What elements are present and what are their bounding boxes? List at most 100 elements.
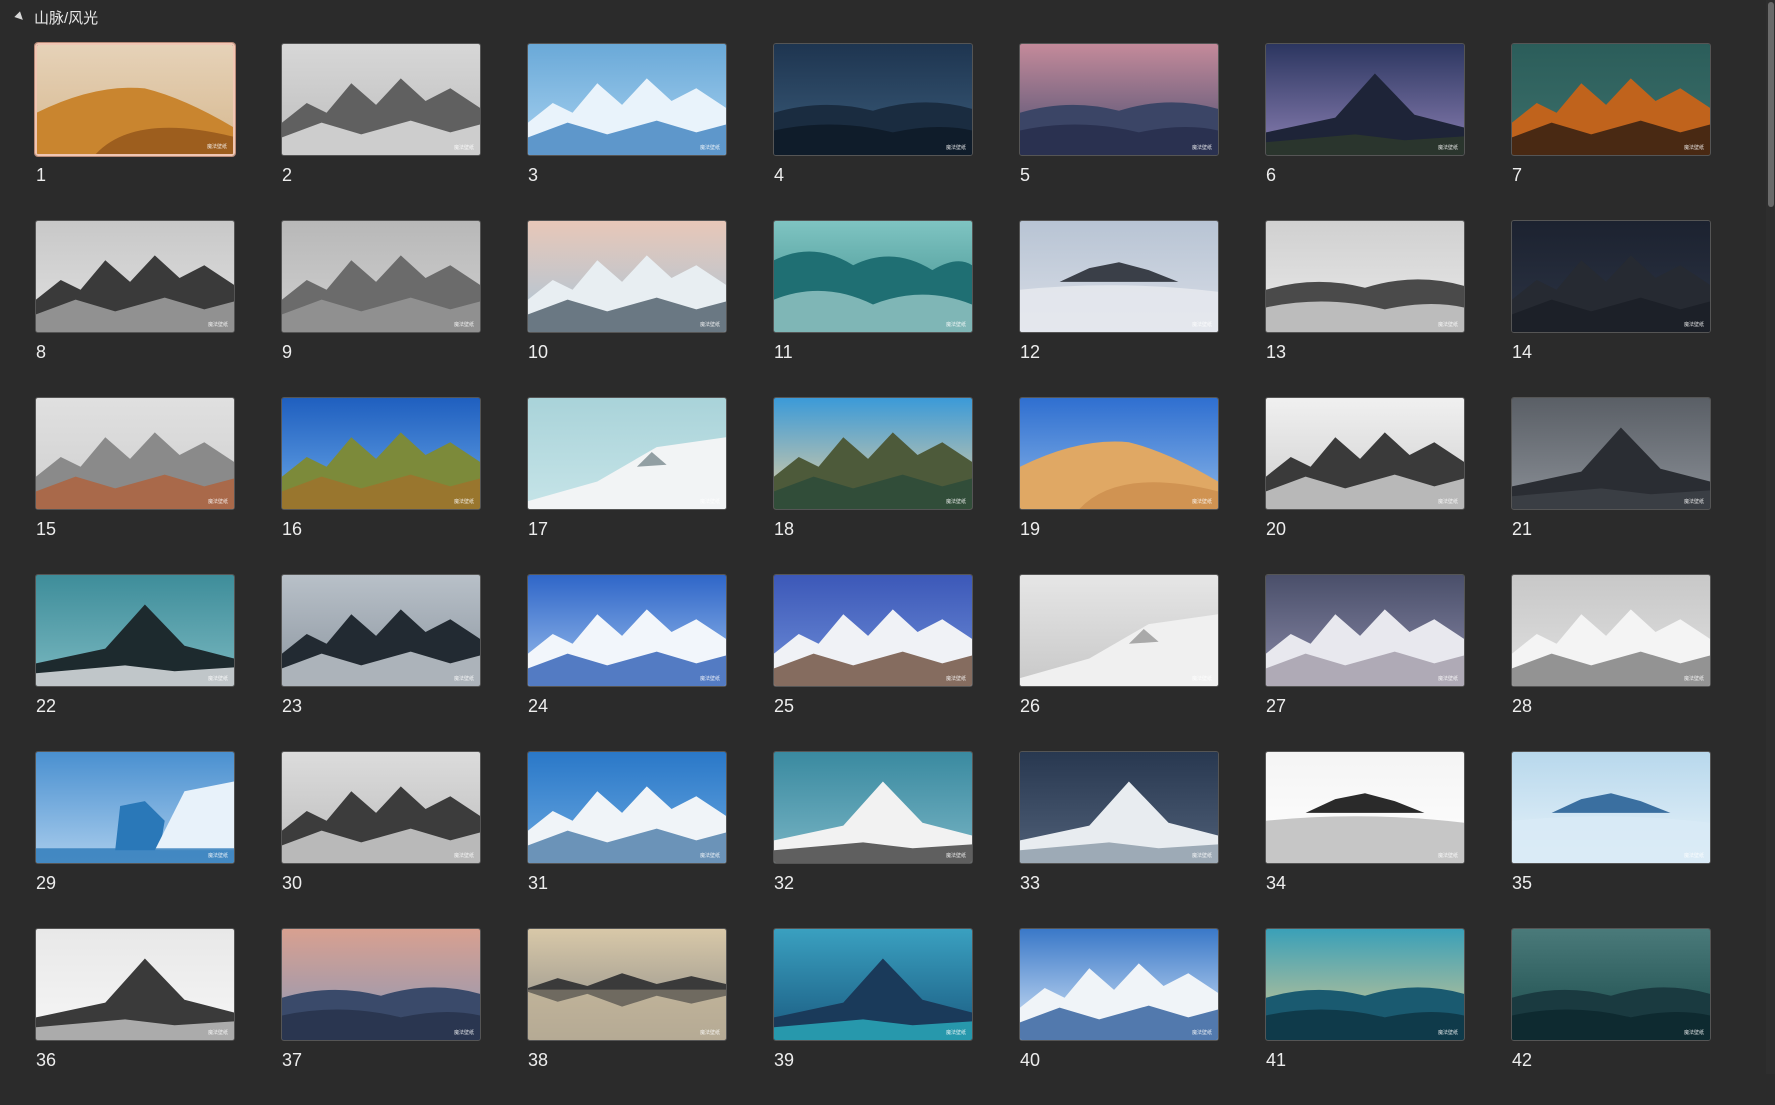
wallpaper-item[interactable]: 魔法壁纸 15	[35, 397, 235, 574]
wallpaper-item[interactable]: 魔法壁纸 19	[1019, 397, 1219, 574]
wallpaper-thumbnail[interactable]: 魔法壁纸	[35, 928, 235, 1041]
wallpaper-thumbnail[interactable]: 魔法壁纸	[773, 751, 973, 864]
wallpaper-number: 11	[774, 342, 793, 362]
wallpaper-item[interactable]: 魔法壁纸 20	[1265, 397, 1465, 574]
watermark-text: 魔法壁纸	[206, 144, 227, 150]
wallpaper-thumbnail[interactable]: 魔法壁纸	[1265, 43, 1465, 156]
wallpaper-item[interactable]: 魔法壁纸 27	[1265, 574, 1465, 751]
wallpaper-thumbnail[interactable]: 魔法壁纸	[281, 397, 481, 510]
wallpaper-item[interactable]: 魔法壁纸 39	[773, 928, 973, 1105]
watermark-text: 魔法壁纸	[1191, 853, 1212, 859]
wallpaper-thumbnail[interactable]: 魔法壁纸	[527, 220, 727, 333]
wallpaper-item[interactable]: 魔法壁纸 12	[1019, 220, 1219, 397]
wallpaper-thumbnail[interactable]: 魔法壁纸	[1019, 220, 1219, 333]
wallpaper-item[interactable]: 魔法壁纸 23	[281, 574, 481, 751]
wallpaper-item[interactable]: 魔法壁纸 22	[35, 574, 235, 751]
wallpaper-item[interactable]: 魔法壁纸 33	[1019, 751, 1219, 928]
wallpaper-item[interactable]: 魔法壁纸 28	[1511, 574, 1711, 751]
wallpaper-item[interactable]: 魔法壁纸 4	[773, 43, 973, 220]
wallpaper-thumbnail[interactable]: 魔法壁纸	[35, 220, 235, 333]
wallpaper-item[interactable]: 魔法壁纸 31	[527, 751, 727, 928]
wallpaper-thumbnail[interactable]: 魔法壁纸	[1511, 751, 1711, 864]
wallpaper-item[interactable]: 魔法壁纸 18	[773, 397, 973, 574]
scrollbar-thumb[interactable]	[1768, 2, 1774, 207]
wallpaper-thumbnail[interactable]: 魔法壁纸	[1019, 751, 1219, 864]
wallpaper-item[interactable]: 魔法壁纸 24	[527, 574, 727, 751]
wallpaper-item[interactable]: 魔法壁纸 9	[281, 220, 481, 397]
wallpaper-thumbnail[interactable]: 魔法壁纸	[1511, 574, 1711, 687]
wallpaper-thumbnail[interactable]: 魔法壁纸	[773, 220, 973, 333]
wallpaper-item[interactable]: 魔法壁纸 36	[35, 928, 235, 1105]
wallpaper-item[interactable]: 魔法壁纸 3	[527, 43, 727, 220]
wallpaper-thumbnail[interactable]: 魔法壁纸	[35, 43, 235, 156]
wallpaper-item[interactable]: 魔法壁纸 6	[1265, 43, 1465, 220]
wallpaper-item[interactable]: 魔法壁纸 14	[1511, 220, 1711, 397]
wallpaper-thumbnail[interactable]: 魔法壁纸	[1019, 574, 1219, 687]
wallpaper-thumbnail[interactable]: 魔法壁纸	[281, 43, 481, 156]
wallpaper-thumbnail[interactable]: 魔法壁纸	[1511, 220, 1711, 333]
wallpaper-thumbnail[interactable]: 魔法壁纸	[281, 574, 481, 687]
wallpaper-thumbnail[interactable]: 魔法壁纸	[527, 574, 727, 687]
wallpaper-thumbnail[interactable]: 魔法壁纸	[1265, 928, 1465, 1041]
wallpaper-thumbnail[interactable]: 魔法壁纸	[1265, 397, 1465, 510]
wallpaper-item[interactable]: 魔法壁纸 5	[1019, 43, 1219, 220]
wallpaper-thumbnail[interactable]: 魔法壁纸	[281, 220, 481, 333]
wallpaper-thumbnail[interactable]: 魔法壁纸	[1265, 574, 1465, 687]
wallpaper-thumbnail[interactable]: 魔法壁纸	[1265, 751, 1465, 864]
wallpaper-thumbnail[interactable]: 魔法壁纸	[527, 397, 727, 510]
wallpaper-thumbnail[interactable]: 魔法壁纸	[1019, 397, 1219, 510]
wallpaper-item[interactable]: 魔法壁纸 17	[527, 397, 727, 574]
wallpaper-number: 29	[36, 873, 57, 893]
wallpaper-item[interactable]: 魔法壁纸 32	[773, 751, 973, 928]
wallpaper-item[interactable]: 魔法壁纸 38	[527, 928, 727, 1105]
wallpaper-item[interactable]: 魔法壁纸 26	[1019, 574, 1219, 751]
wallpaper-thumbnail[interactable]: 魔法壁纸	[1511, 397, 1711, 510]
thumbnail-image	[774, 575, 972, 686]
wallpaper-thumbnail[interactable]: 魔法壁纸	[773, 397, 973, 510]
wallpaper-item[interactable]: 魔法壁纸 1	[35, 43, 235, 220]
wallpaper-thumbnail[interactable]: 魔法壁纸	[35, 751, 235, 864]
wallpaper-thumbnail[interactable]: 魔法壁纸	[773, 928, 973, 1041]
wallpaper-item[interactable]: 魔法壁纸 37	[281, 928, 481, 1105]
wallpaper-item[interactable]: 魔法壁纸 11	[773, 220, 973, 397]
wallpaper-thumbnail[interactable]: 魔法壁纸	[773, 43, 973, 156]
wallpaper-number: 14	[1512, 342, 1533, 362]
wallpaper-number: 22	[36, 696, 57, 716]
thumbnail-image	[1266, 398, 1464, 509]
wallpaper-item[interactable]: 魔法壁纸 16	[281, 397, 481, 574]
wallpaper-thumbnail[interactable]: 魔法壁纸	[35, 574, 235, 687]
wallpaper-item[interactable]: 魔法壁纸 7	[1511, 43, 1711, 220]
wallpaper-thumbnail[interactable]: 魔法壁纸	[1019, 928, 1219, 1041]
watermark-text: 魔法壁纸	[1437, 145, 1458, 151]
wallpaper-thumbnail[interactable]: 魔法壁纸	[1511, 43, 1711, 156]
wallpaper-thumbnail[interactable]: 魔法壁纸	[773, 574, 973, 687]
wallpaper-item[interactable]: 魔法壁纸 10	[527, 220, 727, 397]
wallpaper-item[interactable]: 魔法壁纸 21	[1511, 397, 1711, 574]
thumbnail-image	[1512, 398, 1710, 509]
wallpaper-item[interactable]: 魔法壁纸 13	[1265, 220, 1465, 397]
collapse-triangle-icon[interactable]	[14, 11, 26, 23]
wallpaper-item[interactable]: 魔法壁纸 2	[281, 43, 481, 220]
wallpaper-thumbnail[interactable]: 魔法壁纸	[527, 928, 727, 1041]
wallpaper-item[interactable]: 魔法壁纸 41	[1265, 928, 1465, 1105]
watermark-text: 魔法壁纸	[453, 1030, 474, 1036]
wallpaper-item[interactable]: 魔法壁纸 40	[1019, 928, 1219, 1105]
wallpaper-thumbnail[interactable]: 魔法壁纸	[281, 928, 481, 1041]
wallpaper-item[interactable]: 魔法壁纸 25	[773, 574, 973, 751]
wallpaper-thumbnail[interactable]: 魔法壁纸	[527, 751, 727, 864]
wallpaper-item[interactable]: 魔法壁纸 8	[35, 220, 235, 397]
wallpaper-thumbnail[interactable]: 魔法壁纸	[1511, 928, 1711, 1041]
wallpaper-item[interactable]: 魔法壁纸 35	[1511, 751, 1711, 928]
vertical-scrollbar[interactable]	[1766, 0, 1775, 1074]
thumbnail-image	[774, 221, 972, 332]
wallpaper-item[interactable]: 魔法壁纸 29	[35, 751, 235, 928]
wallpaper-thumbnail[interactable]: 魔法壁纸	[1265, 220, 1465, 333]
wallpaper-item[interactable]: 魔法壁纸 34	[1265, 751, 1465, 928]
wallpaper-thumbnail[interactable]: 魔法壁纸	[1019, 43, 1219, 156]
wallpaper-item[interactable]: 魔法壁纸 30	[281, 751, 481, 928]
wallpaper-thumbnail[interactable]: 魔法壁纸	[35, 397, 235, 510]
group-header[interactable]: 山脉/风光	[0, 0, 98, 34]
wallpaper-thumbnail[interactable]: 魔法壁纸	[527, 43, 727, 156]
wallpaper-item[interactable]: 魔法壁纸 42	[1511, 928, 1711, 1105]
wallpaper-thumbnail[interactable]: 魔法壁纸	[281, 751, 481, 864]
